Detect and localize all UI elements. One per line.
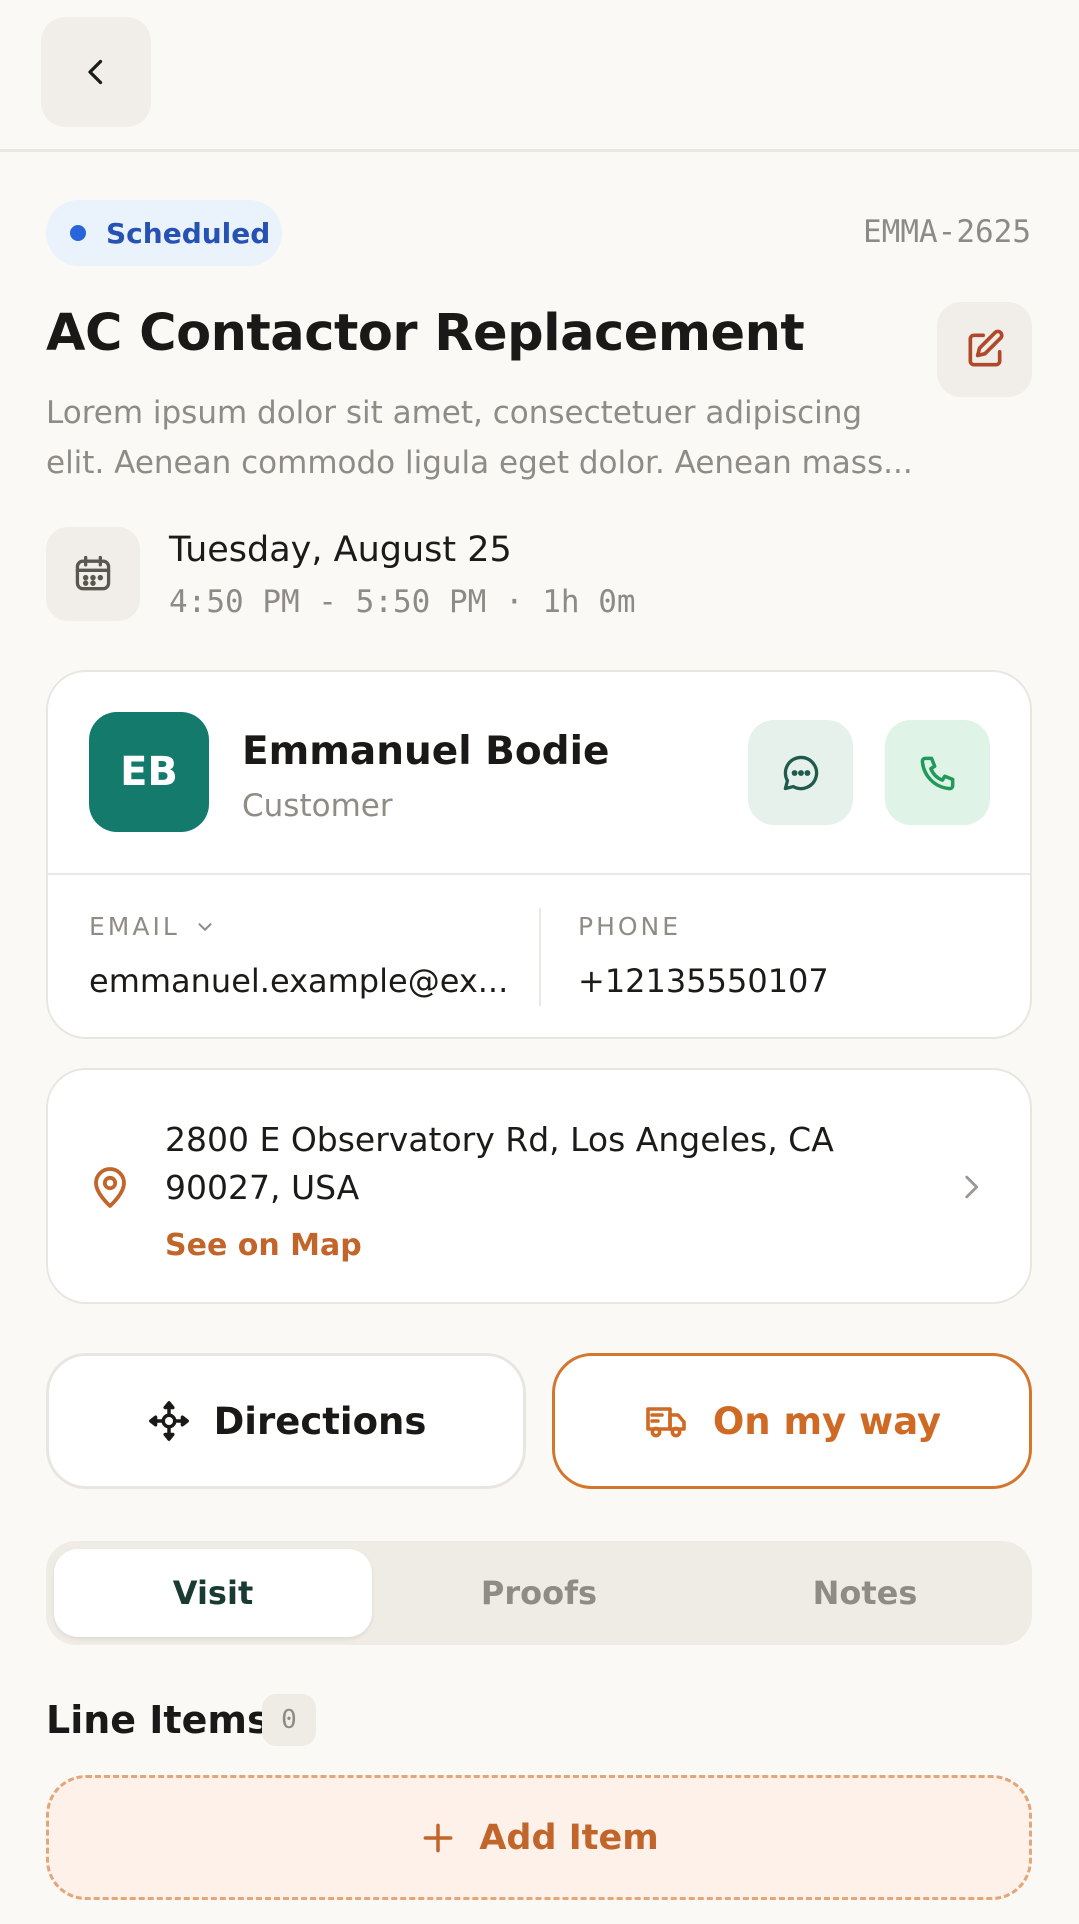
phone-icon — [920, 756, 954, 790]
see-on-map-link[interactable]: See on Map — [165, 1228, 362, 1263]
call-button[interactable] — [885, 720, 990, 825]
top-bar — [0, 0, 1079, 152]
chevron-left-icon — [88, 59, 103, 85]
directions-button[interactable]: Directions — [46, 1353, 526, 1489]
avatar: EB — [89, 712, 209, 832]
status-dot — [70, 225, 86, 241]
email-value[interactable]: emmanuel.example@ex... — [89, 962, 509, 1000]
edit-button[interactable] — [937, 302, 1032, 397]
status-badge: Scheduled — [46, 200, 282, 266]
chevron-down-icon — [198, 922, 212, 931]
customer-role: Customer — [242, 788, 393, 824]
plus-icon — [423, 1823, 453, 1852]
on-my-way-button[interactable]: On my way — [552, 1353, 1032, 1489]
divider — [48, 873, 1030, 875]
add-item-label: Add Item — [479, 1817, 659, 1858]
tab-proofs[interactable]: Proofs — [380, 1549, 698, 1637]
customer-card: EB Emmanuel Bodie Customer EMAIL emmanue… — [46, 670, 1032, 1039]
schedule-date: Tuesday, August 25 — [169, 530, 512, 570]
message-button[interactable] — [748, 720, 853, 825]
back-button[interactable] — [41, 17, 151, 127]
schedule-time: 4:50 PM - 5:50 PM · 1h 0m — [169, 584, 636, 620]
email-label-toggle[interactable]: EMAIL — [89, 912, 216, 941]
chevron-right-icon — [965, 1175, 979, 1199]
tab-bar: Visit Proofs Notes — [46, 1541, 1032, 1645]
status-label: Scheduled — [106, 216, 271, 250]
line-items-count: 0 — [262, 1694, 316, 1746]
address-text: 2800 E Observatory Rd, Los Angeles, CA 9… — [165, 1120, 834, 1207]
line-items-title: Line Items — [46, 1698, 270, 1742]
chat-bubble-icon — [783, 755, 818, 790]
add-item-button[interactable]: Add Item — [46, 1775, 1032, 1900]
directions-label: Directions — [213, 1399, 427, 1443]
calendar-icon — [75, 555, 111, 591]
phone-label: PHONE — [578, 912, 682, 941]
phone-value[interactable]: +12135550107 — [578, 962, 829, 1000]
address-card[interactable]: 2800 E Observatory Rd, Los Angeles, CA 9… — [46, 1068, 1032, 1304]
divider — [539, 908, 541, 1006]
email-label: EMAIL — [89, 912, 180, 941]
truck-icon — [646, 1407, 686, 1438]
customer-name: Emmanuel Bodie — [242, 729, 610, 774]
location-pin-icon — [94, 1167, 126, 1208]
edit-icon — [968, 329, 1004, 366]
tab-visit[interactable]: Visit — [54, 1549, 372, 1637]
page-title: AC Contactor Replacement — [46, 304, 805, 363]
job-description: Lorem ipsum dolor sit amet, consectetuer… — [46, 395, 913, 481]
job-reference: EMMA-2625 — [863, 214, 1031, 250]
on-my-way-label: On my way — [712, 1399, 942, 1443]
directions-icon — [148, 1401, 189, 1441]
calendar-badge — [46, 527, 140, 621]
tab-notes[interactable]: Notes — [706, 1549, 1024, 1637]
